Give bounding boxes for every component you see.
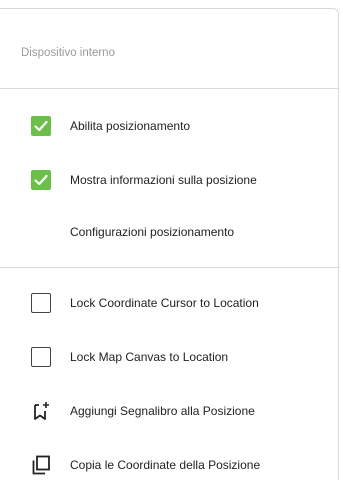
menu-item-label: Copia le Coordinate della Posizione — [70, 458, 261, 472]
copy-icon — [30, 454, 52, 476]
checkbox-show-position-info[interactable] — [31, 170, 51, 190]
menu-item-label: Configurazioni posizionamento — [70, 225, 235, 239]
menu-item-label: Mostra informazioni sulla posizione — [70, 173, 257, 187]
menu-item-label: Lock Map Canvas to Location — [70, 350, 229, 364]
menu-item-label: Lock Coordinate Cursor to Location — [70, 296, 259, 310]
menu-item-lock-cursor[interactable]: Lock Coordinate Cursor to Location — [0, 283, 338, 323]
menu-item-show-position-info[interactable]: Mostra informazioni sulla posizione — [0, 160, 338, 200]
menu-item-label: Abilita posizionamento — [70, 119, 191, 133]
menu-header: Dispositivo interno — [21, 47, 115, 59]
positioning-menu-panel: Dispositivo interno Abilita posizionamen… — [0, 8, 339, 480]
menu-item-add-bookmark[interactable]: Aggiungi Segnalibro alla Posizione — [0, 391, 338, 431]
menu-item-positioning-settings[interactable]: Configurazioni posizionamento — [0, 212, 338, 252]
menu-item-enable-positioning[interactable]: Abilita posizionamento — [0, 106, 338, 146]
menu-item-label: Aggiungi Segnalibro alla Posizione — [70, 404, 255, 418]
divider-middle — [0, 267, 338, 268]
menu-item-copy-coordinates[interactable]: Copia le Coordinate della Posizione — [0, 445, 338, 485]
checkbox-enable-positioning[interactable] — [31, 116, 51, 136]
checkbox-lock-cursor[interactable] — [31, 293, 51, 313]
menu-item-lock-map-canvas[interactable]: Lock Map Canvas to Location — [0, 337, 338, 377]
divider-top — [0, 88, 338, 89]
checkbox-lock-map-canvas[interactable] — [31, 347, 51, 367]
bookmark-add-icon — [30, 400, 52, 422]
